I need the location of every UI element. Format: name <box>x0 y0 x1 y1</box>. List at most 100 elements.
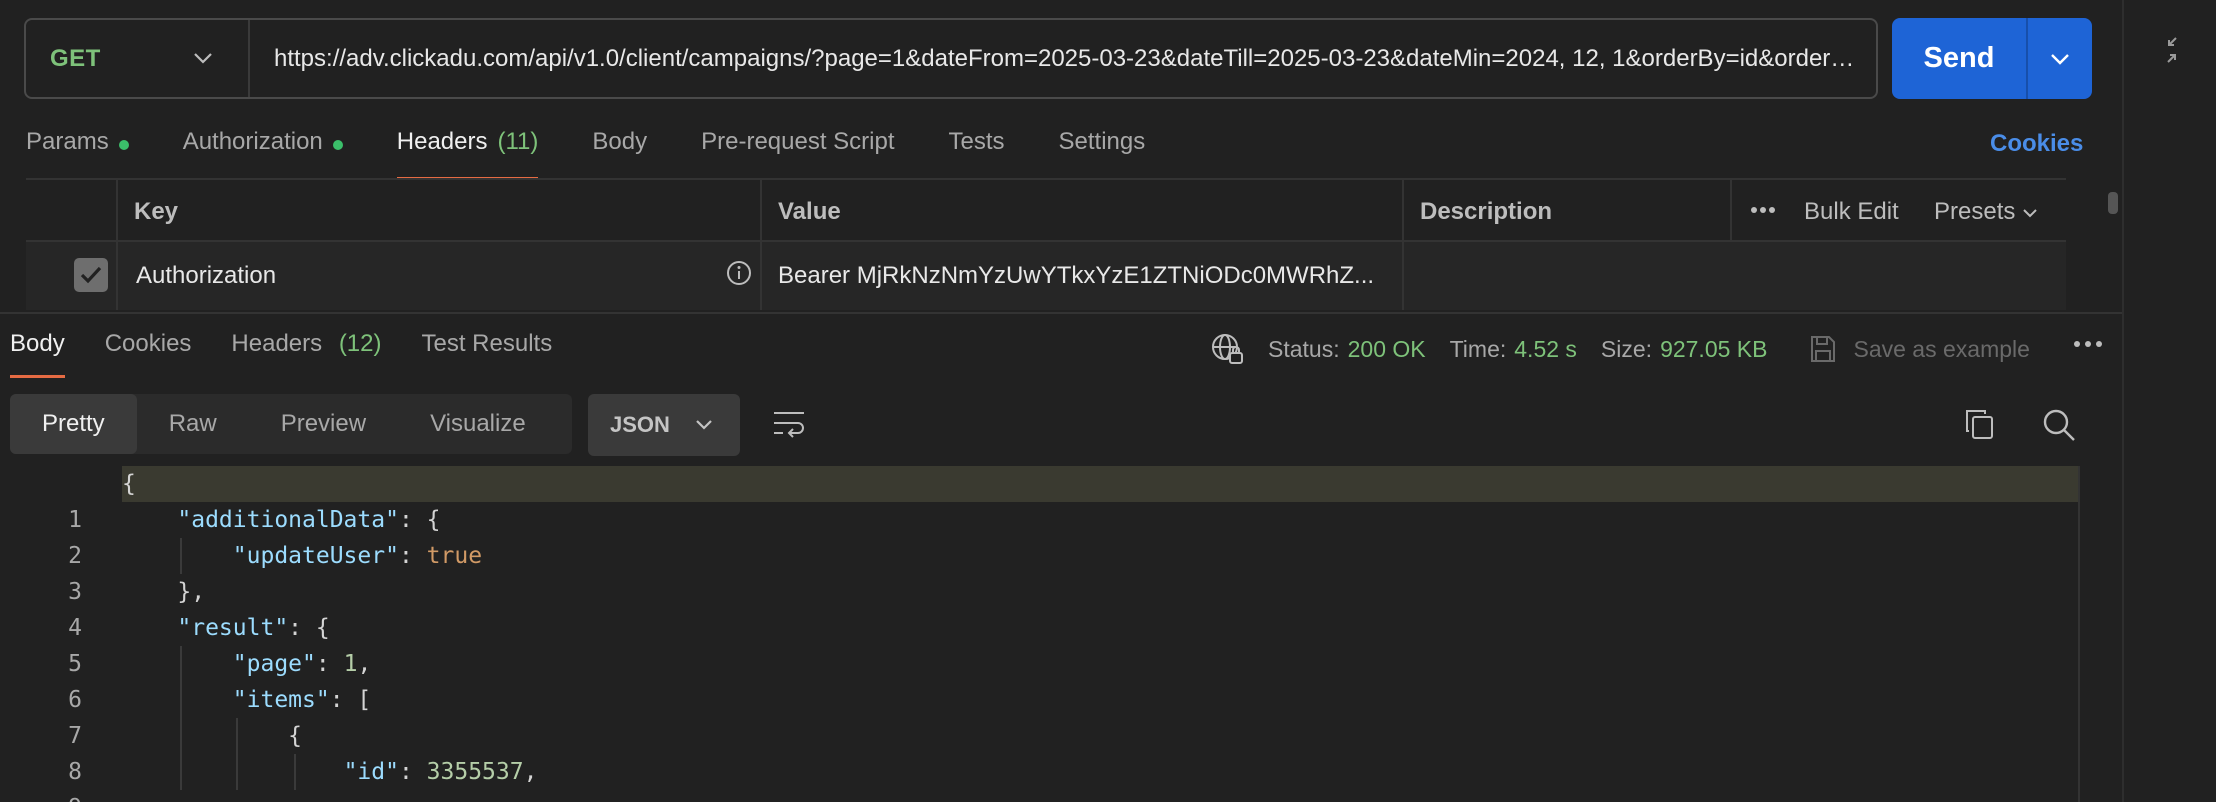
more-icon[interactable] <box>2072 338 2104 350</box>
header-enabled-checkbox[interactable] <box>74 258 108 292</box>
json-key: "items" <box>232 687 330 713</box>
response-tabs: Body Cookies Headers (12) Test Results <box>10 330 592 378</box>
time-label: Time: <box>1449 335 1507 362</box>
collapse-icon[interactable] <box>2160 36 2184 64</box>
view-mode-segmented: Pretty Raw Preview Visualize <box>10 394 572 454</box>
language-select[interactable]: JSON <box>588 394 740 456</box>
request-bar: GET https://adv.clickadu.com/api/v1.0/cl… <box>24 18 1878 99</box>
method-select[interactable]: GET <box>26 20 250 97</box>
tab-response-body[interactable]: Body <box>10 330 65 378</box>
code-line: 7 "items": [ <box>0 682 2108 749</box>
request-tabs: Params Authorization Headers (11) Body Pr… <box>26 128 1199 180</box>
chevron-down-icon <box>696 420 712 430</box>
size-label: Size: <box>1600 335 1653 362</box>
tab-headers[interactable]: Headers (11) <box>396 128 539 180</box>
response-meta: Status: 200 OK Time: 4.52 s Size: 927.05 KB… <box>1210 332 2030 366</box>
column-header-description: Description <box>1420 198 1553 225</box>
network-globe-icon[interactable] <box>1210 332 1244 366</box>
status-dot <box>332 140 343 150</box>
tab-response-headers[interactable]: Headers (12) <box>231 330 381 378</box>
json-key: "id" <box>343 759 399 785</box>
code-line: 3 "updateUser": true <box>0 538 2108 605</box>
cookies-link[interactable]: Cookies <box>1990 130 2083 158</box>
tab-prerequest-script[interactable]: Pre-request Script <box>701 128 894 180</box>
time-value: 4.52 s <box>1514 335 1577 362</box>
code-line: 4 }, <box>0 574 2108 641</box>
tab-test-results[interactable]: Test Results <box>422 330 553 378</box>
divider <box>0 312 2122 314</box>
tab-authorization[interactable]: Authorization <box>183 128 343 180</box>
column-header-key: Key <box>134 198 179 225</box>
code-line: 2 "additionalData": { <box>0 502 2108 569</box>
tab-response-cookies[interactable]: Cookies <box>105 330 192 378</box>
column-header-value: Value <box>778 198 841 225</box>
code-line: 5 "result": { <box>0 610 2108 677</box>
json-key: "result" <box>177 615 289 641</box>
json-number: 1 <box>343 651 358 677</box>
time[interactable]: Time: 4.52 s <box>1450 336 1577 363</box>
more-icon[interactable] <box>1750 206 1776 214</box>
size[interactable]: Size: 927.05 KB <box>1601 336 1768 363</box>
response-body-code[interactable]: 1 { 2 "additionalData": { 3 "updateUser"… <box>0 466 2108 802</box>
tab-authorization-label: Authorization <box>182 128 323 155</box>
header-key-cell[interactable]: Authorization <box>136 262 276 290</box>
wrap-lines-icon[interactable] <box>772 408 806 438</box>
tab-settings[interactable]: Settings <box>1059 128 1146 180</box>
scrollbar[interactable] <box>2108 192 2118 214</box>
right-sidebar <box>2122 0 2216 802</box>
check-icon <box>80 266 102 284</box>
send-button[interactable]: Send <box>1892 18 2028 99</box>
code-line: 1 { <box>0 466 2108 533</box>
tab-headers-label: Headers <box>396 128 488 155</box>
chevron-down-icon <box>2051 53 2069 65</box>
headers-table: Key Value Description Bulk Edit Presets … <box>26 178 2066 310</box>
method-label: GET <box>50 44 101 72</box>
copy-icon[interactable] <box>1964 408 1994 440</box>
response-headers-count: (12) <box>338 330 382 357</box>
info-icon[interactable] <box>726 260 752 286</box>
chevron-down-icon <box>2023 209 2037 218</box>
code-line: 8 { <box>0 718 2108 785</box>
send-group: Send <box>1892 18 2092 99</box>
json-key: "page" <box>232 651 316 677</box>
status-dot <box>118 140 129 150</box>
save-icon <box>1811 336 1836 362</box>
code-scrollbar[interactable] <box>2078 466 2080 802</box>
view-visualize[interactable]: Visualize <box>398 394 558 454</box>
send-options-button[interactable] <box>2028 18 2092 99</box>
column-divider <box>1402 178 1404 310</box>
headers-count: (11) <box>497 128 539 155</box>
json-key: "updateUser" <box>232 543 399 569</box>
bulk-edit-button[interactable]: Bulk Edit <box>1804 198 1899 226</box>
status-label: Status: <box>1268 335 1340 362</box>
json-key: "additionalData" <box>177 507 399 533</box>
column-divider <box>760 178 762 310</box>
save-as-example-label: Save as example <box>1853 335 2030 362</box>
header-value-cell[interactable]: Bearer MjRkNzNmYzUwYTkxYzE1ZTNiODc0MWRhZ… <box>778 262 1374 290</box>
view-pretty[interactable]: Pretty <box>10 394 137 454</box>
tab-body[interactable]: Body <box>592 128 647 180</box>
search-icon[interactable] <box>2042 408 2076 442</box>
chevron-down-icon <box>194 53 212 64</box>
view-raw[interactable]: Raw <box>137 394 249 454</box>
tab-params[interactable]: Params <box>26 128 129 180</box>
tab-params-label: Params <box>26 128 109 155</box>
tab-response-headers-label: Headers <box>231 330 323 357</box>
column-divider <box>116 178 118 310</box>
url-input[interactable]: https://adv.clickadu.com/api/v1.0/client… <box>250 45 1860 73</box>
status[interactable]: Status: 200 OK <box>1268 336 1426 363</box>
code-line: 6 "page": 1, <box>0 646 2108 713</box>
language-label: JSON <box>610 412 670 437</box>
size-value: 927.05 KB <box>1660 335 1768 362</box>
presets-button[interactable]: Presets <box>1934 198 2038 226</box>
json-number: 3355537 <box>426 759 524 785</box>
json-boolean: true <box>426 543 483 569</box>
save-as-example-button[interactable]: Save as example <box>1809 334 2030 364</box>
view-preview[interactable]: Preview <box>249 394 398 454</box>
code-line: 9 "id": 3355537, <box>0 754 2108 802</box>
presets-label: Presets <box>1934 198 2016 225</box>
status-value: 200 OK <box>1347 335 1426 362</box>
column-divider <box>1730 178 1732 242</box>
tab-tests[interactable]: Tests <box>949 128 1005 180</box>
line-number: 9 <box>0 790 82 802</box>
